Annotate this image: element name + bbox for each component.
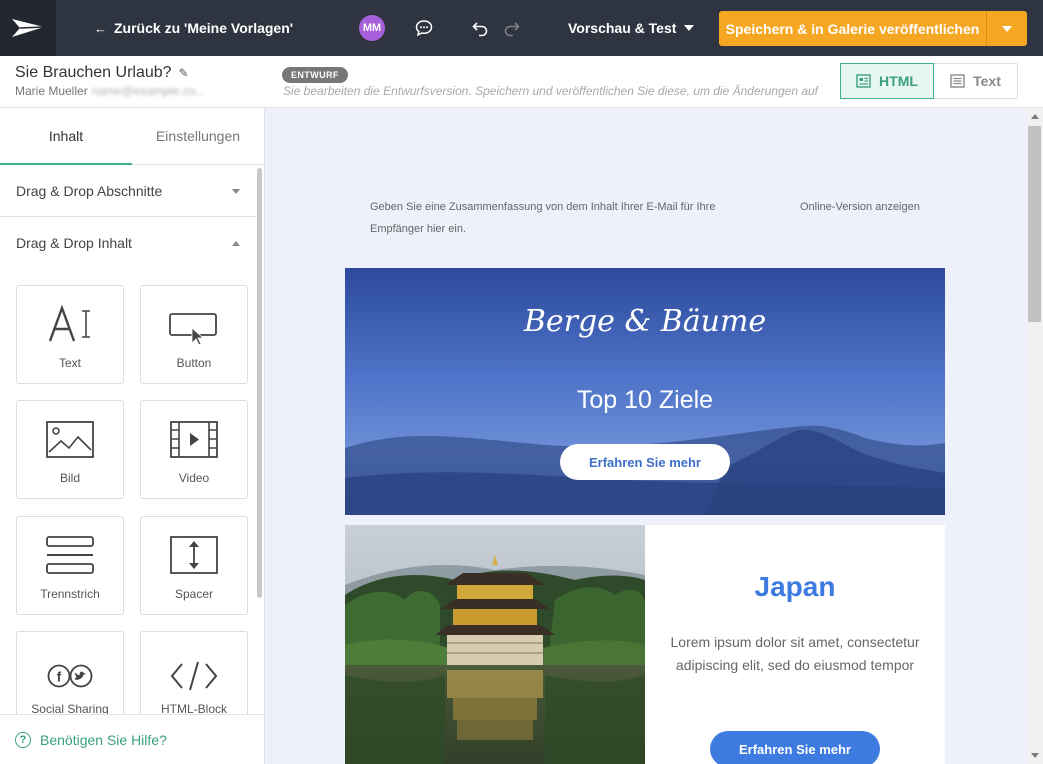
block-label: Trennstrich <box>40 587 100 601</box>
card-body-text: Lorem ipsum dolor sit amet, consectetur … <box>670 634 920 673</box>
template-author: Marie Mueller name@example.co... <box>15 84 205 98</box>
help-link[interactable]: ? Benötigen Sie Hilfe? <box>0 714 264 764</box>
online-version-link[interactable]: Online-Version anzeigen <box>800 196 920 218</box>
email-canvas: Geben Sie eine Zusammenfassung von dem I… <box>265 108 1026 764</box>
arrow-left-icon: ← <box>94 20 107 36</box>
status-badge: ENTWURF <box>282 67 348 83</box>
comment-icon[interactable] <box>412 16 436 40</box>
back-label: Zurück zu 'Meine Vorlagen' <box>114 20 294 36</box>
block-divider[interactable]: Trennstrich <box>16 516 124 615</box>
html-doc-icon <box>856 74 871 88</box>
html-mode-button[interactable]: HTML <box>840 63 934 99</box>
tab-settings[interactable]: Einstellungen <box>132 108 264 165</box>
save-publish-button[interactable]: Speichern & in Galerie veröffentlichen <box>719 11 987 46</box>
preheader-text[interactable]: Geben Sie eine Zusammenfassung von dem I… <box>370 196 725 240</box>
hero-section[interactable]: Berge & Bäume Top 10 Ziele Erfahren Sie … <box>345 268 945 515</box>
spacer-icon <box>141 535 247 575</box>
text-mode-label: Text <box>973 73 1001 89</box>
tab-content[interactable]: Inhalt <box>0 108 132 165</box>
block-label: Bild <box>59 471 80 485</box>
hero-title: Berge & Bäume <box>523 304 767 339</box>
help-label: Benötigen Sie Hilfe? <box>40 731 167 748</box>
app-logo-icon[interactable] <box>0 0 56 56</box>
template-title[interactable]: Sie Brauchen Urlaub? ✎ <box>15 64 189 82</box>
hero-subtitle: Top 10 Ziele <box>576 386 714 414</box>
html-mode-label: HTML <box>879 73 918 89</box>
text-icon <box>17 304 123 344</box>
author-name: Marie Mueller <box>15 84 88 98</box>
video-icon <box>141 419 247 459</box>
chevron-down-icon <box>1002 25 1012 32</box>
button-icon <box>141 304 247 344</box>
text-mode-button[interactable]: Text <box>934 63 1018 99</box>
content-sidebar: Inhalt Einstellungen Drag & Drop Abschni… <box>0 108 265 764</box>
block-spacer[interactable]: Spacer <box>140 516 248 615</box>
japan-temple-image <box>345 525 645 764</box>
avatar[interactable]: MM <box>359 15 385 41</box>
code-icon <box>141 660 247 692</box>
scroll-up-icon[interactable] <box>1031 114 1039 119</box>
sections-accordion-label: Drag & Drop Abschnitte <box>16 183 163 199</box>
template-header: Sie Brauchen Urlaub? ✎ Marie Mueller name… <box>0 56 1043 108</box>
destination-card[interactable]: Japan Lorem ipsum dolor sit amet, consec… <box>345 525 945 764</box>
undo-icon[interactable] <box>468 16 492 40</box>
save-publish-button-group: Speichern & in Galerie veröffentlichen <box>719 11 1027 46</box>
content-accordion-label: Drag & Drop Inhalt <box>16 235 132 251</box>
svg-text:f: f <box>57 669 62 685</box>
back-to-templates-link[interactable]: ← Zurück zu 'Meine Vorlagen' <box>94 0 293 56</box>
content-accordion[interactable]: Drag & Drop Inhalt <box>0 217 256 269</box>
author-email: name@example.co... <box>91 84 206 98</box>
block-label: Button <box>176 356 212 370</box>
text-doc-icon <box>950 74 965 88</box>
editor-mode-switch: HTML Text <box>840 63 1018 99</box>
block-label: Video <box>178 471 210 485</box>
scrollbar-thumb[interactable] <box>1028 126 1041 322</box>
block-label: Spacer <box>174 587 214 601</box>
chevron-down-icon <box>684 25 695 31</box>
draft-notice: Sie bearbeiten die Entwurfsversion. Spei… <box>283 84 820 98</box>
hero-cta-button[interactable]: Erfahren Sie mehr <box>560 444 730 480</box>
card-cta-button[interactable]: Erfahren Sie mehr <box>710 731 880 764</box>
divider-icon <box>17 535 123 575</box>
top-bar: ← Zurück zu 'Meine Vorlagen' MM Vorschau… <box>0 0 1043 56</box>
block-image[interactable]: Bild <box>16 400 124 499</box>
help-question-icon: ? <box>15 731 31 748</box>
canvas-scrollbar[interactable] <box>1026 108 1043 764</box>
block-video[interactable]: Video <box>140 400 248 499</box>
image-icon <box>17 419 123 459</box>
block-text[interactable]: Text <box>16 285 124 384</box>
pencil-icon[interactable]: ✎ <box>179 66 189 80</box>
template-title-text: Sie Brauchen Urlaub? <box>15 64 172 81</box>
redo-icon[interactable] <box>500 16 524 40</box>
social-icon: f <box>17 662 123 690</box>
preview-test-dropdown[interactable]: Vorschau & Test <box>568 0 695 56</box>
sections-accordion[interactable]: Drag & Drop Abschnitte <box>0 165 256 217</box>
sidebar-tabs: Inhalt Einstellungen <box>0 108 264 165</box>
save-options-dropdown[interactable] <box>987 11 1027 46</box>
chevron-up-icon <box>232 240 240 246</box>
chevron-down-icon <box>232 188 240 194</box>
preview-label: Vorschau & Test <box>568 20 677 36</box>
block-label: Text <box>58 356 81 370</box>
card-title: Japan <box>754 571 836 602</box>
scroll-down-icon[interactable] <box>1031 753 1039 758</box>
sidebar-scrollbar[interactable] <box>257 168 262 598</box>
block-button[interactable]: Button <box>140 285 248 384</box>
